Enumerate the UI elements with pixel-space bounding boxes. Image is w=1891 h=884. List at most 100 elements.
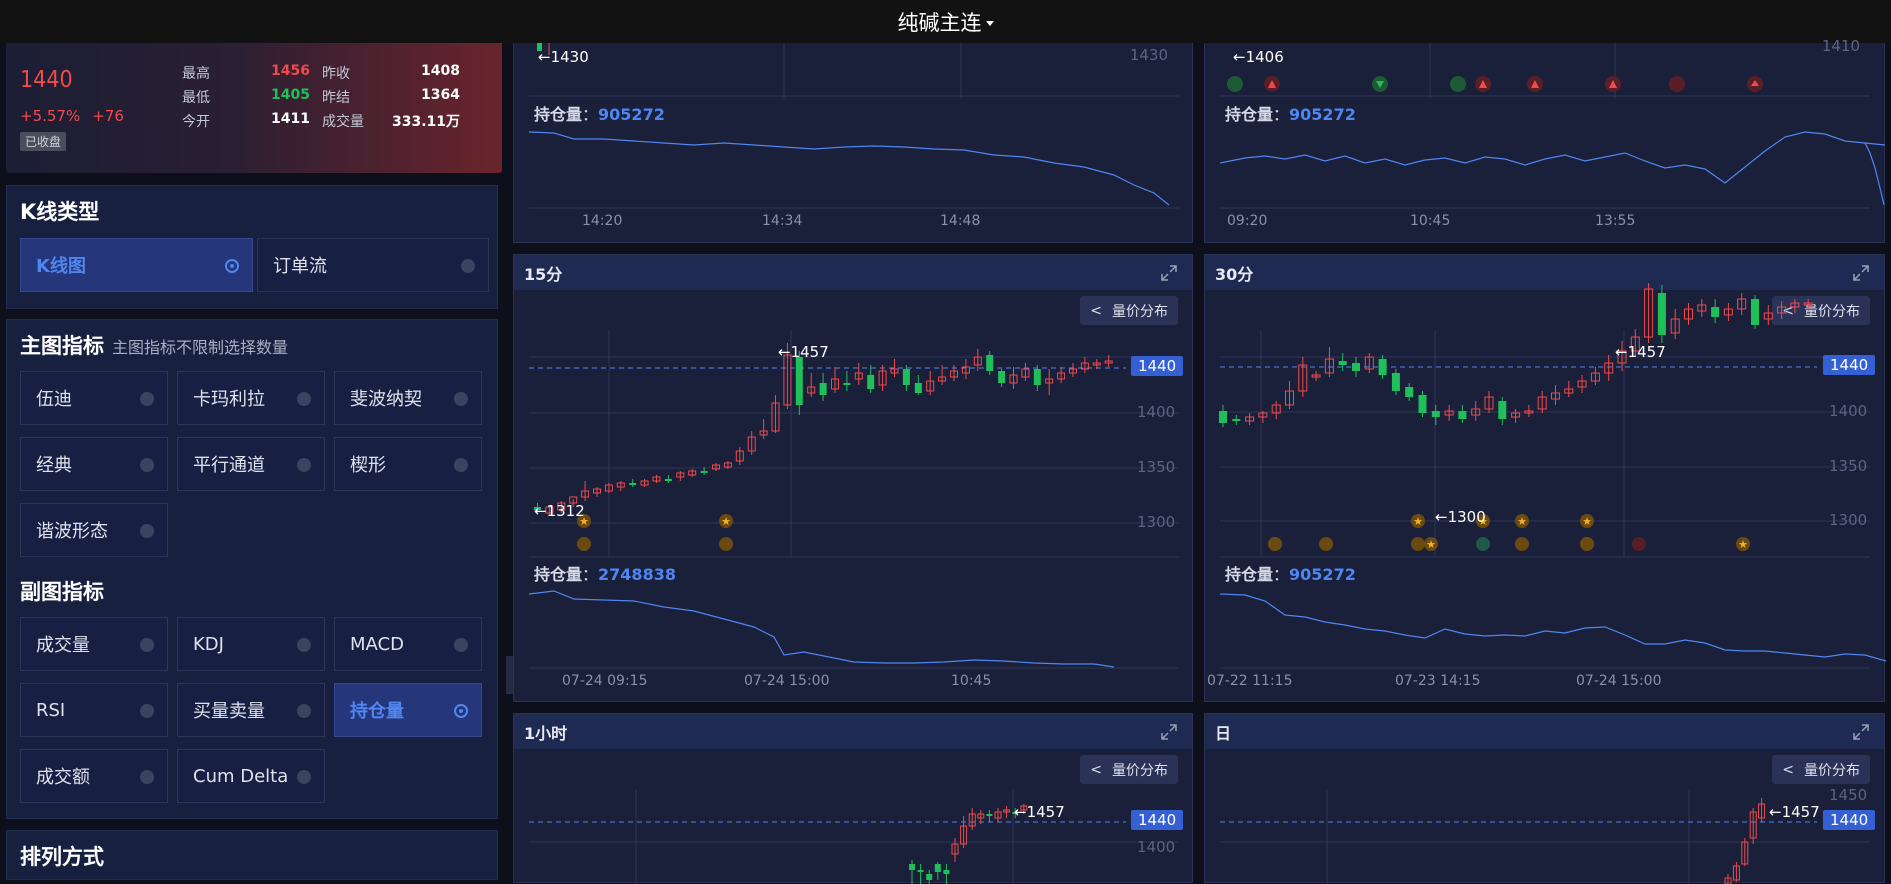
open-interest-label: 持仓量：905272	[1225, 565, 1356, 584]
kline-option-orderflow[interactable]: 订单流	[257, 238, 489, 292]
candle-body	[1405, 387, 1414, 397]
option-label: 伍迪	[36, 389, 72, 410]
stat-value: 1456	[271, 63, 310, 79]
option-label: 成交额	[36, 767, 90, 788]
oi-title: 持仓量	[1225, 565, 1274, 584]
kline-type-title: K线类型	[20, 200, 100, 224]
last-price-tag: 1440	[1823, 355, 1876, 375]
chart-top-right[interactable]: ←1406 1410 持仓量：905272 09:20 10:45 13:55	[1204, 37, 1885, 243]
oi-value: 905272	[1289, 565, 1356, 584]
open-interest-label: 持仓量：2748838	[534, 565, 676, 584]
stat-value: 1364	[421, 87, 460, 103]
option-label: 平行通道	[193, 455, 265, 476]
stat-value: 1405	[271, 87, 310, 103]
sub-indicator-kdj[interactable]: KDJ	[177, 617, 325, 671]
kline-option-candles[interactable]: K线图	[20, 238, 253, 292]
sub-indicator-open-interest[interactable]: 持仓量	[334, 683, 482, 737]
option-label: 卡玛利拉	[193, 389, 265, 410]
sub-indicator-turnover[interactable]: 成交额	[20, 749, 168, 803]
radio-icon	[454, 392, 468, 406]
time-axis-label: 07-23 14:15	[1395, 673, 1481, 689]
price-axis-label: 1430	[1129, 46, 1168, 64]
main-indicators-title: 主图指标 主图指标不限制选择数量	[20, 330, 288, 360]
low-price-value: 1312	[546, 502, 585, 520]
radio-icon	[140, 704, 154, 718]
price-axis-label: 1300	[1137, 513, 1176, 531]
candle-body	[1458, 411, 1467, 419]
time-axis-label: 14:34	[762, 213, 803, 229]
candle-body	[1751, 299, 1759, 325]
high-price-marker: ←1457	[1014, 803, 1065, 821]
sub-indicators-title: 副图指标	[20, 580, 104, 604]
oi-value: 905272	[1289, 105, 1356, 124]
high-price-value: 1457	[790, 343, 829, 361]
sub-indicator-volume[interactable]: 成交量	[20, 617, 168, 671]
indicator-woodie[interactable]: 伍迪	[20, 371, 168, 425]
candle-body	[1418, 395, 1427, 413]
candle-body	[795, 357, 803, 405]
option-label: K线图	[36, 256, 86, 277]
option-label: 谐波形态	[36, 521, 108, 542]
oi-title: 持仓量	[1225, 105, 1274, 124]
candle-body	[1657, 293, 1666, 335]
stat-value: 1411	[271, 111, 310, 127]
price-change: +5.57% +76	[20, 107, 136, 125]
indicator-camarilla[interactable]: 卡玛利拉	[177, 371, 325, 425]
price-axis-label: 1350	[1829, 457, 1868, 475]
stat-label: 最低	[182, 90, 210, 106]
market-status-badge: 已收盘	[20, 132, 67, 151]
high-price-value: 1457	[1026, 803, 1065, 821]
svg-text:★: ★	[1426, 538, 1436, 551]
indicator-classic[interactable]: 经典	[20, 437, 168, 491]
sub-indicator-cum-delta[interactable]: Cum Delta	[177, 749, 325, 803]
svg-text:★: ★	[1738, 538, 1748, 551]
candle-body	[986, 814, 993, 816]
radio-selected-icon	[454, 704, 468, 718]
indicator-harmonic[interactable]: 谐波形态	[20, 503, 168, 557]
candle-body	[1352, 363, 1360, 371]
time-axis-label: 07-22 11:15	[1207, 673, 1293, 689]
option-label: 经典	[36, 455, 72, 476]
sub-indicator-rsi[interactable]: RSI	[20, 683, 168, 737]
indicator-fibonacci[interactable]: 斐波纳契	[334, 371, 482, 425]
chart-daily[interactable]: 日 < 量价分布 ←1457 1440 1450	[1204, 713, 1885, 884]
chart-15min-canvas: ★ ★	[528, 330, 1179, 669]
price-axis-label: 1450	[1829, 786, 1868, 804]
svg-text:★: ★	[1517, 515, 1527, 528]
chart-30min[interactable]: 30分 < 量价分布 ★ ★ ★ ★ ★ ★ ←1457 ←1300 1440 1…	[1204, 254, 1886, 702]
kline-type-panel: K线类型 K线图 订单流	[6, 185, 498, 309]
radio-icon	[297, 458, 311, 472]
chart-15min[interactable]: 15分 < 量价分布 ★ ★ ←1457 ←1312 1440 1400 1350…	[513, 254, 1193, 702]
chart-top-left[interactable]: ←1430 1430 持仓量：905272 14:20 14:34 14:48	[513, 43, 1193, 243]
low-price-marker: ←1312	[534, 502, 585, 520]
chart-30min-canvas: ★ ★ ★ ★ ★ ★	[1219, 283, 1886, 669]
oi-title: 持仓量	[534, 565, 583, 584]
candle-body	[629, 483, 637, 485]
chart-1hour[interactable]: 1小时 < 量价分布 ←1457 1440 1400	[513, 713, 1193, 884]
radio-icon	[297, 770, 311, 784]
candle-body	[1338, 361, 1347, 365]
oi-value: 2748838	[598, 565, 676, 584]
high-price-marker: ←1457	[778, 343, 829, 361]
option-label: 楔形	[350, 455, 386, 476]
candle-body	[664, 479, 672, 481]
open-interest-label: 持仓量：905272	[1225, 105, 1356, 124]
sub-indicator-macd[interactable]: MACD	[334, 617, 482, 671]
symbol-selector[interactable]: 纯碱主连	[898, 7, 994, 37]
time-axis-label: 10:45	[951, 673, 992, 689]
stat-label: 昨结	[322, 90, 350, 106]
sub-indicator-buy-sell-volume[interactable]: 买量卖量	[177, 683, 325, 737]
candle-body	[914, 383, 922, 393]
candle-body	[1378, 359, 1387, 375]
candle-body	[986, 355, 994, 371]
high-price-marker: ←1457	[1769, 803, 1820, 821]
change-amount: +76	[92, 107, 124, 125]
radio-icon	[297, 392, 311, 406]
change-percent: +5.57%	[20, 107, 81, 125]
indicator-wedge[interactable]: 楔形	[334, 437, 482, 491]
radio-icon	[140, 392, 154, 406]
last-price: 1440	[20, 67, 73, 93]
sort-title: 排列方式	[20, 845, 104, 869]
indicator-parallel-channel[interactable]: 平行通道	[177, 437, 325, 491]
candle-body	[1391, 373, 1400, 391]
